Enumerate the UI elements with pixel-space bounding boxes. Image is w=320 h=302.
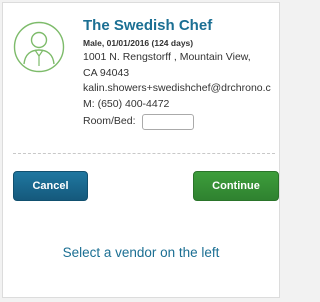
patient-address-line2: CA 94043 bbox=[83, 66, 130, 79]
cancel-button[interactable]: Cancel bbox=[13, 171, 88, 201]
patient-info: The Swedish Chef Male, 01/01/2016 (124 d… bbox=[83, 17, 279, 130]
person-avatar-icon bbox=[13, 21, 65, 73]
vendor-prompt: Select a vendor on the left bbox=[62, 245, 220, 260]
patient-name: The Swedish Chef bbox=[83, 17, 213, 34]
continue-button[interactable]: Continue bbox=[193, 171, 279, 201]
room-bed-row: Room/Bed: bbox=[83, 114, 279, 130]
patient-demographics: Male, 01/01/2016 (124 days) bbox=[83, 38, 194, 48]
patient-selection-panel: The Swedish Chef Male, 01/01/2016 (124 d… bbox=[2, 2, 280, 298]
room-bed-label: Room/Bed: bbox=[83, 115, 136, 128]
room-bed-input[interactable] bbox=[141, 114, 194, 130]
divider bbox=[13, 153, 275, 154]
patient-email: kalin.showers+swedishchef@drchrono.c bbox=[83, 82, 271, 94]
patient-mobile: M: (650) 400-4472 bbox=[83, 97, 170, 110]
patient-address-line1: 1001 N. Rengstorff , Mountain View, bbox=[83, 51, 251, 63]
